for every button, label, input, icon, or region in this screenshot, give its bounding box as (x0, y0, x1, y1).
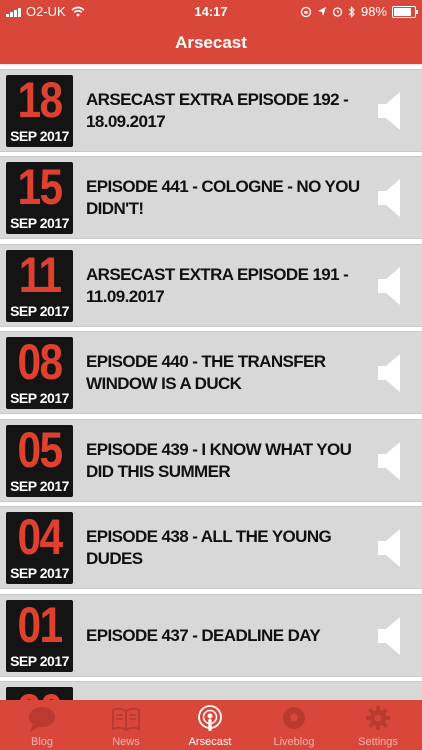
episode-row-2[interactable]: 15 SEP 2017 Episode 441 - Cologne - No Y… (0, 156, 422, 239)
episode-title: Episode 438 - All The Young Dudes (86, 526, 332, 568)
tab-arsecast[interactable]: Arsecast (168, 700, 252, 750)
tab-bar: Blog News Arsecast Liveblog Settings (0, 700, 422, 750)
date-badge: 08 SEP 2017 (6, 334, 73, 409)
tab-label: Arsecast (188, 736, 232, 748)
date-day: 01 (17, 597, 64, 653)
tab-news[interactable]: News (84, 700, 168, 750)
tab-liveblog[interactable]: Liveblog (252, 700, 336, 750)
location-icon (317, 7, 326, 16)
tab-label: News (112, 736, 140, 748)
newspaper-icon (112, 707, 140, 732)
football-icon (283, 707, 305, 729)
date-day: 15 (17, 159, 64, 215)
speaker-icon[interactable] (378, 92, 404, 130)
speech-bubble-icon (29, 707, 55, 732)
speaker-icon[interactable] (378, 529, 404, 567)
episode-title: Arsecast Extra Episode 192 - 18.09.2017 (86, 89, 349, 131)
date-month-year: SEP 2017 (10, 215, 69, 231)
date-day: 08 (17, 334, 64, 390)
alarm-icon (332, 7, 343, 17)
page-title: Arsecast (175, 33, 247, 52)
speaker-icon[interactable] (378, 442, 404, 480)
episode-title (86, 682, 370, 700)
tab-label: Settings (358, 736, 398, 748)
episode-row-1[interactable]: 18 SEP 2017 Arsecast Extra Episode 192 -… (0, 69, 422, 152)
speaker-icon[interactable] (378, 354, 404, 392)
date-day: 18 (17, 72, 64, 128)
speaker-icon[interactable] (378, 179, 404, 217)
tab-blog[interactable]: Blog (0, 700, 84, 750)
episode-row-8[interactable]: 30 (0, 681, 422, 700)
tab-label: Blog (30, 736, 54, 748)
episode-title: Episode 439 - I know what you did this s… (86, 439, 352, 481)
speaker-icon[interactable] (378, 617, 404, 655)
date-badge: 11 SEP 2017 (6, 247, 73, 322)
battery-icon (392, 5, 418, 18)
episode-row-4[interactable]: 08 SEP 2017 Episode 440 - The Transfer W… (0, 331, 422, 414)
podcast-icon (198, 705, 222, 731)
tab-label: Liveblog (273, 736, 315, 748)
status-right: 98% (300, 4, 418, 19)
tab-settings[interactable]: Settings (336, 700, 420, 750)
date-month-year: SEP 2017 (10, 303, 69, 319)
date-badge: 01 SEP 2017 (6, 597, 73, 672)
gear-icon (366, 706, 390, 730)
date-day: 05 (17, 422, 64, 478)
episode-row-5[interactable]: 05 SEP 2017 Episode 439 - I know what yo… (0, 419, 422, 502)
episode-row-7[interactable]: 01 SEP 2017 Episode 437 - Deadline Day (0, 594, 422, 677)
episode-title: Episode 440 - The Transfer Window is a D… (86, 351, 326, 393)
date-badge: 18 SEP 2017 (6, 72, 73, 147)
battery-percent: 98% (360, 4, 387, 19)
date-month-year: SEP 2017 (10, 565, 69, 581)
date-badge: 04 SEP 2017 (6, 509, 73, 584)
date-badge: 05 SEP 2017 (6, 422, 73, 497)
date-day: 11 (18, 247, 62, 303)
episode-list[interactable]: 18 SEP 2017 Arsecast Extra Episode 192 -… (0, 64, 422, 700)
date-day: 04 (17, 509, 64, 565)
date-month-year: SEP 2017 (10, 390, 69, 406)
bluetooth-icon (348, 5, 355, 18)
date-day: 30 (11, 685, 68, 700)
speaker-icon[interactable] (378, 267, 404, 305)
date-badge: 15 SEP 2017 (6, 159, 73, 234)
nav-bar: Arsecast (0, 22, 422, 64)
rotation-lock-icon (300, 6, 312, 17)
episode-title: Episode 437 - Deadline Day (86, 625, 321, 645)
episode-title: Episode 441 - Cologne - No You Didn't! (86, 176, 360, 218)
date-month-year: SEP 2017 (10, 653, 69, 669)
date-month-year: SEP 2017 (10, 128, 69, 144)
episode-row-3[interactable]: 11 SEP 2017 Arsecast Extra Episode 191 -… (0, 244, 422, 327)
episode-title: Arsecast Extra Episode 191 - 11.09.2017 (86, 264, 349, 306)
date-badge: 30 (6, 685, 73, 700)
status-bar: O2-UK 14:17 98% (0, 0, 422, 22)
date-month-year: SEP 2017 (10, 478, 69, 494)
episode-row-6[interactable]: 04 SEP 2017 Episode 438 - All The Young … (0, 506, 422, 589)
